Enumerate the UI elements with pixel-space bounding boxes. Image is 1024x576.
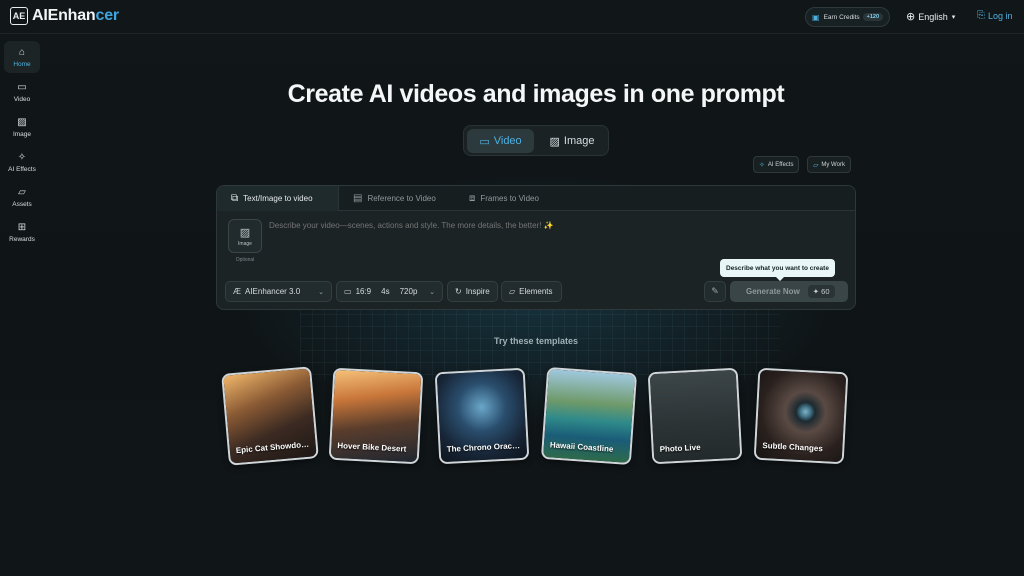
duration-value: 4s <box>381 287 390 296</box>
panel-tabs: ⧉ Text/Image to video ▤ Reference to Vid… <box>217 186 855 211</box>
templates-heading: Try these templates <box>493 336 579 346</box>
template-card[interactable]: Subtle Changes <box>753 367 849 465</box>
credit-cost-badge: ✦ 60 <box>807 285 835 298</box>
chevron-down-icon: ⌄ <box>318 288 324 296</box>
logo-text: AIEnhancer <box>32 7 119 25</box>
folder-icon: ▱ <box>509 287 516 296</box>
earn-credits-badge: +120 <box>862 13 883 21</box>
page-title: Create AI videos and images in one promp… <box>287 80 785 108</box>
model-select[interactable]: Æ AIEnhancer 3.0 ⌄ <box>225 281 332 302</box>
logo-text-cer: cer <box>95 7 120 24</box>
sidebar-item-label: Rewards <box>9 235 35 243</box>
inspire-label: Inspire <box>465 287 490 296</box>
mode-image-label: Image <box>563 135 595 147</box>
magic-wand-icon: ✧ <box>17 151 27 163</box>
optional-label: Optional <box>235 257 255 263</box>
model-select-value: AIEnhancer 3.0 <box>245 287 301 296</box>
template-card[interactable]: Hawaii Coastline <box>540 366 638 466</box>
my-work-chip-label: My Work <box>821 161 845 168</box>
sidebar-item-label: Image <box>12 130 32 138</box>
template-card[interactable]: Photo Live <box>647 367 743 465</box>
login-button[interactable]: ⎘ Log in <box>977 10 1013 21</box>
chevron-down-icon: ⌄ <box>429 288 435 296</box>
magic-wand-button[interactable]: ✎ <box>704 281 726 302</box>
generate-now-label: Generate Now <box>746 287 800 296</box>
home-icon: ⌂ <box>18 46 26 58</box>
image-upload-button[interactable]: ▨ Image <box>228 219 262 253</box>
earn-credits-label: Earn Credits <box>823 13 860 21</box>
sidebar-item-label: Home <box>13 60 31 68</box>
resolution-value: 720p <box>399 287 418 296</box>
folder-icon: ▱ <box>813 161 819 169</box>
generate-now-button[interactable]: Generate Now ✦ 60 <box>730 281 848 302</box>
video-icon: ▭ <box>479 135 490 148</box>
ai-effects-chip-label: AI Effects <box>767 161 794 168</box>
image-icon: ▨ <box>549 135 560 148</box>
logo[interactable]: AE AIEnhancer <box>10 7 119 25</box>
sparkle-icon: ✦ <box>812 287 822 296</box>
folder-icon: ▱ <box>18 186 26 198</box>
ai-effects-chip[interactable]: ✧ AI Effects <box>753 156 800 173</box>
language-label: English <box>918 11 948 22</box>
credit-cost-value: 60 <box>821 287 830 296</box>
tab-reference-to-video[interactable]: ▤ Reference to Video <box>339 186 459 211</box>
template-card[interactable]: The Chrono Orac… <box>434 367 530 465</box>
sidebar-item-label: AI Effects <box>8 165 36 173</box>
ratio-value: 16:9 <box>355 287 372 296</box>
generate-tooltip: Describe what you want to create <box>720 259 835 281</box>
template-card[interactable]: Hover Bike Desert <box>328 367 424 465</box>
refresh-icon: ↻ <box>455 287 462 296</box>
sidebar-item-image[interactable]: ▨ Image <box>4 111 40 143</box>
reference-icon: ▤ <box>353 193 363 204</box>
text-image-icon: ⧉ <box>231 193 239 204</box>
logo-mark-icon: AE <box>10 7 28 25</box>
template-card[interactable]: Epic Cat Showdo… <box>221 366 319 466</box>
mode-image-button[interactable]: ▨ Image <box>538 129 606 153</box>
tab-label: Text/Image to video <box>243 194 313 203</box>
sidebar-item-label: Assets <box>12 200 32 208</box>
image-add-icon: ▨ <box>239 226 251 239</box>
logo-text-ai: AI <box>32 7 48 24</box>
frames-icon: ⧈ <box>469 193 476 204</box>
tab-text-image-to-video[interactable]: ⧉ Text/Image to video <box>217 186 339 211</box>
globe-icon: ⊕ <box>906 11 916 23</box>
login-label: Log in <box>988 10 1013 21</box>
gift-icon: ▣ <box>812 12 820 22</box>
sidebar-item-assets[interactable]: ▱ Assets <box>4 181 40 213</box>
image-upload-label: Image <box>238 240 252 247</box>
mode-video-label: Video <box>493 135 522 147</box>
model-logo-icon: Æ <box>233 287 241 296</box>
elements-button[interactable]: ▱ Elements <box>501 281 562 302</box>
tab-label: Reference to Video <box>367 194 436 203</box>
elements-label: Elements <box>519 287 553 296</box>
prompt-panel: ⧉ Text/Image to video ▤ Reference to Vid… <box>216 185 856 310</box>
gift-icon: ⊞ <box>17 221 27 233</box>
mode-switch: ▭ Video ▨ Image <box>463 125 609 156</box>
magic-wand-icon: ✎ <box>711 286 719 296</box>
tab-label: Frames to Video <box>480 194 539 203</box>
logo-text-enhan: Enhan <box>47 7 96 24</box>
chevron-down-icon: ▾ <box>951 13 956 21</box>
mode-video-button[interactable]: ▭ Video <box>467 129 534 153</box>
top-bar: AE AIEnhancer ▣ Earn Credits +120 ⊕ Engl… <box>0 0 1024 34</box>
magic-wand-icon: ✧ <box>759 161 765 169</box>
inspire-button[interactable]: ↻ Inspire <box>447 281 498 302</box>
aspect-ratio-icon: ▭ <box>344 287 352 296</box>
my-work-chip[interactable]: ▱ My Work <box>807 156 851 173</box>
image-icon: ▨ <box>17 116 27 128</box>
sidebar-item-rewards[interactable]: ⊞ Rewards <box>4 216 40 248</box>
prompt-input[interactable] <box>269 221 829 230</box>
login-icon: ⎘ <box>977 10 985 21</box>
tab-frames-to-video[interactable]: ⧈ Frames to Video <box>455 186 575 211</box>
earn-credits-button[interactable]: ▣ Earn Credits +120 <box>805 7 890 27</box>
language-selector[interactable]: ⊕ English ▾ <box>906 10 955 23</box>
format-select[interactable]: ▭ 16:9 4s 720p ⌄ <box>336 281 443 302</box>
sidebar-item-home[interactable]: ⌂ Home <box>4 41 40 73</box>
sidebar-item-ai-effects[interactable]: ✧ AI Effects <box>4 146 40 178</box>
